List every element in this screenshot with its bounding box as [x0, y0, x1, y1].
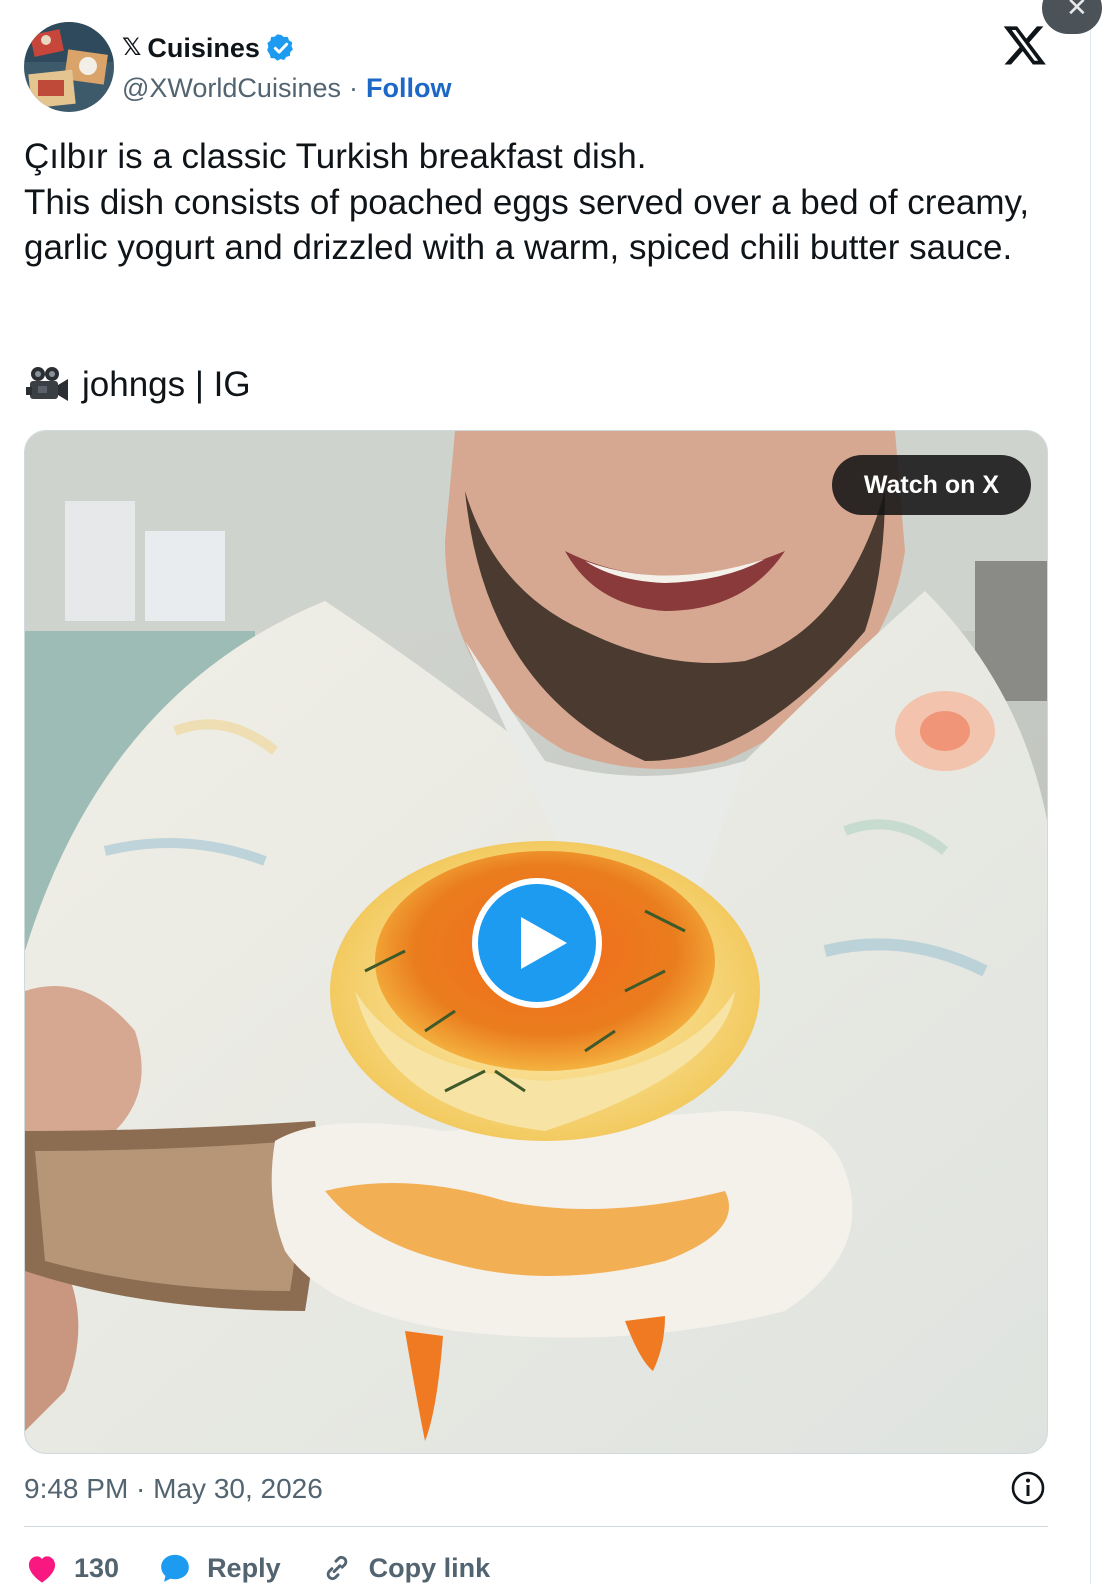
verified-badge-icon — [267, 34, 293, 61]
follow-button[interactable]: Follow — [366, 73, 451, 104]
tweet-text: Çılbır is a classic Turkish breakfast di… — [24, 134, 1034, 271]
action-bar: 130 Reply Copy link — [24, 1548, 528, 1588]
credit-text: johngs | IG — [82, 365, 251, 404]
tweet-card: ✕ 𝕏 Cuisines @XWorldCuisines · Follow Çı… — [0, 0, 1102, 1584]
info-icon[interactable] — [1010, 1470, 1046, 1506]
reply-button[interactable]: Reply — [157, 1552, 281, 1584]
author-handle[interactable]: @XWorldCuisines — [122, 73, 341, 104]
copy-link-button[interactable]: Copy link — [319, 1552, 491, 1584]
tweet-text-line-2: This dish consists of poached eggs serve… — [24, 182, 1030, 268]
close-icon: ✕ — [1066, 0, 1088, 22]
post-timestamp[interactable]: 9:48 PM · May 30, 2026 — [24, 1470, 323, 1508]
author-name[interactable]: Cuisines — [147, 30, 260, 66]
divider — [24, 1526, 1048, 1527]
reply-label: Reply — [207, 1552, 281, 1583]
copy-link-label: Copy link — [368, 1552, 491, 1583]
play-icon[interactable] — [471, 877, 603, 1009]
x-badge-icon: 𝕏 — [122, 34, 142, 61]
link-icon — [326, 1555, 347, 1581]
like-button[interactable]: 130 — [24, 1552, 119, 1584]
reply-icon — [161, 1554, 189, 1582]
author-block: 𝕏 Cuisines @XWorldCuisines · Follow — [122, 30, 451, 108]
x-logo-icon[interactable] — [1002, 22, 1048, 68]
separator-dot: · — [348, 72, 358, 103]
video-thumbnail[interactable]: Watch on X — [24, 430, 1048, 1454]
heart-icon — [28, 1556, 56, 1583]
like-count: 130 — [74, 1552, 120, 1583]
watch-on-x-button[interactable]: Watch on X — [831, 455, 1031, 515]
avatar[interactable] — [24, 22, 114, 112]
movie-camera-icon — [26, 367, 68, 401]
tweet-text-line-1: Çılbır is a classic Turkish breakfast di… — [24, 137, 647, 176]
video-credit: johngs | IG — [24, 362, 251, 408]
close-embed-button[interactable]: ✕ — [1042, 0, 1102, 34]
